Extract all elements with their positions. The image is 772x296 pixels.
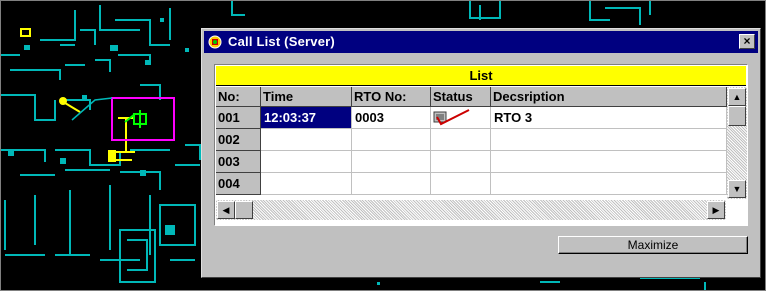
cell-description[interactable] <box>491 129 727 151</box>
vertical-scrollbar[interactable]: ▲ ▼ <box>727 87 747 199</box>
column-header-no[interactable]: No: <box>216 87 261 107</box>
column-header-rto-no[interactable]: RTO No: <box>352 87 431 107</box>
cell-rto-no[interactable] <box>352 129 431 151</box>
cell-rto-no[interactable]: 0003 <box>352 107 431 129</box>
cell-rto-no[interactable] <box>352 173 431 195</box>
network-icon <box>208 35 222 49</box>
column-header-description[interactable]: Decsription <box>491 87 727 107</box>
cell-description[interactable]: RTO 3 <box>491 107 727 129</box>
column-header-time[interactable]: Time <box>261 87 352 107</box>
cell-status[interactable] <box>431 173 491 195</box>
call-list-grid[interactable]: List No: Time RTO No: Status Decsription… <box>214 64 748 226</box>
vertical-scroll-thumb[interactable] <box>728 106 746 126</box>
title-bar[interactable]: Call List (Server) × <box>204 31 758 53</box>
cell-time[interactable] <box>261 151 352 173</box>
horizontal-scrollbar[interactable]: ◀ ▶ <box>216 200 726 220</box>
maximize-button[interactable]: Maximize <box>558 236 748 254</box>
cell-description[interactable] <box>491 173 727 195</box>
row-header-004[interactable]: 004 <box>216 173 261 195</box>
cell-time[interactable]: 12:03:37 <box>261 107 352 129</box>
call-list-window: Call List (Server) × List No: Time RTO N… <box>201 28 761 278</box>
cell-time[interactable] <box>261 129 352 151</box>
check-mark-icon <box>433 109 470 126</box>
cell-rto-no[interactable] <box>352 151 431 173</box>
row-header-002[interactable]: 002 <box>216 129 261 151</box>
column-header-status[interactable]: Status <box>431 87 491 107</box>
horizontal-scroll-thumb[interactable] <box>235 201 253 219</box>
cell-time[interactable] <box>261 173 352 195</box>
window-title: Call List (Server) <box>228 34 335 49</box>
cell-status[interactable] <box>431 151 491 173</box>
scroll-right-button[interactable]: ▶ <box>707 201 725 219</box>
scroll-down-button[interactable]: ▼ <box>728 180 746 198</box>
cell-status[interactable] <box>431 107 491 129</box>
row-header-003[interactable]: 003 <box>216 151 261 173</box>
close-button[interactable]: × <box>739 34 755 49</box>
cell-status[interactable] <box>431 129 491 151</box>
scroll-left-button[interactable]: ◀ <box>217 201 235 219</box>
cell-description[interactable] <box>491 151 727 173</box>
scroll-up-button[interactable]: ▲ <box>728 88 746 106</box>
row-header-001[interactable]: 001 <box>216 107 261 129</box>
grid-caption: List <box>216 66 746 86</box>
